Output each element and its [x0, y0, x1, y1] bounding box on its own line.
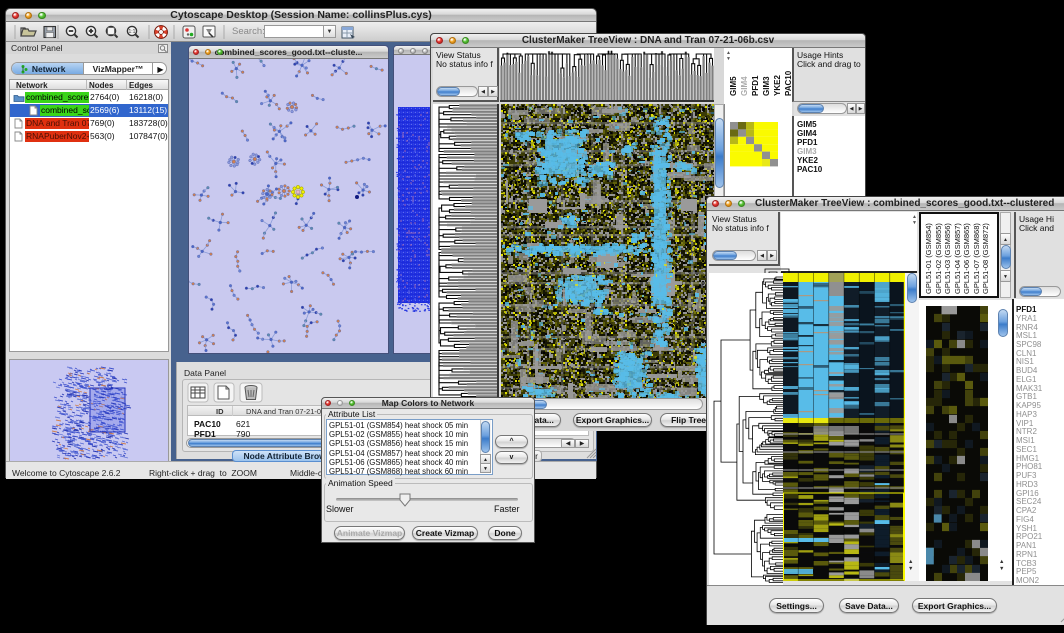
svg-text:1:1: 1:1 — [129, 29, 136, 35]
